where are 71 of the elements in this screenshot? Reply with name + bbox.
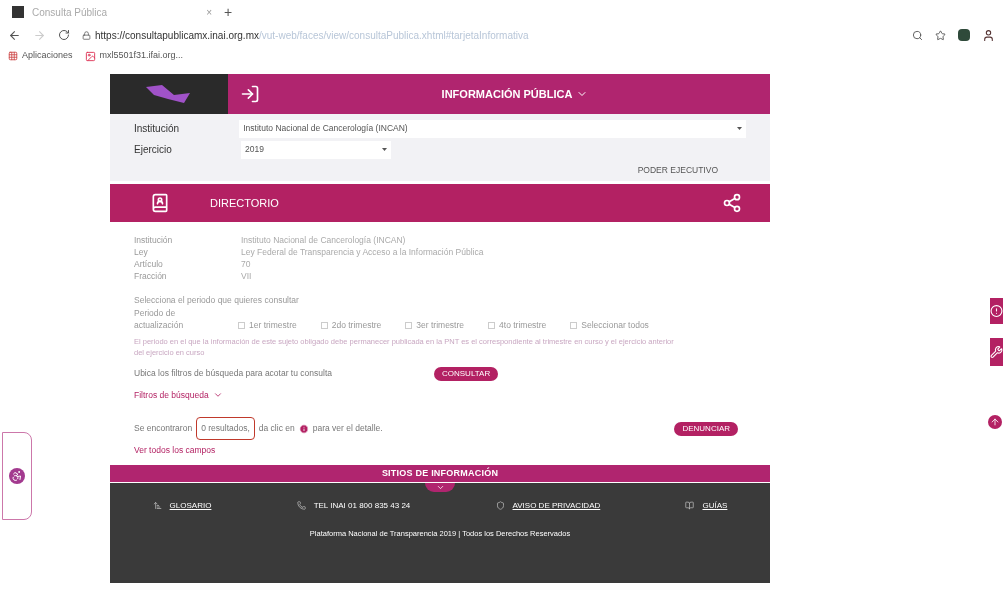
detail-value: Ley Federal de Transparencia y Acceso a la Información Pública [241,245,484,258]
period-prompt: Selecciona el periodo que quieres consultar [134,293,300,307]
form-label: Ejercicio [134,143,173,157]
branch-label: PODER EJECUTIVO [637,164,718,177]
alert-icon[interactable] [990,298,1003,324]
scroll-top-icon[interactable] [988,415,1002,429]
detail-label: Ley [134,245,149,258]
filters-toggle[interactable]: Filtros de búsqueda [134,388,223,402]
info-menu-button[interactable]: INFORMACIÓN PÚBLICA [441,85,589,103]
bookmark-favicon-icon [84,50,96,62]
search-icon[interactable] [912,29,923,41]
reload-icon[interactable] [58,29,70,41]
wrench-icon[interactable] [990,338,1003,366]
new-tab-button[interactable]: + [224,1,233,23]
footer-title: SITIOS DE INFORMACIÓN [381,466,499,480]
checkbox[interactable] [488,322,496,330]
filter-hint: Ubica los filtros de búsqueda para acotar tu consulta [134,367,333,380]
results-text: Se encontraron [134,422,193,435]
period-option: 4to trimestre [499,319,547,332]
accessibility-icon [9,468,25,484]
login-icon[interactable] [240,84,260,104]
star-icon[interactable] [935,29,946,41]
lock-icon [82,30,91,40]
report-button[interactable]: DENUNCIAR [674,421,738,436]
results-text: da clic en [258,422,295,435]
detail-value: 70 [241,257,251,270]
period-option: 2do trimestre [331,319,382,332]
profile-icon[interactable] [982,28,995,42]
results-text: para ver el detalle. [312,422,383,435]
extension-icon[interactable] [958,29,970,41]
select-field[interactable]: Instituto Nacional de Cancerología (INCAN) [239,119,746,138]
detail-value: Instituto Nacional de Cancerología (INCAN) [241,233,406,246]
info-icon [298,423,309,434]
footer-link[interactable]: GLOSARIO [169,499,212,512]
footer-toggle[interactable] [425,482,455,492]
footer-link-icon [495,501,505,511]
footer-link[interactable]: GUÍAS [702,499,728,512]
detail-label: Institución [134,233,174,246]
footer-link-icon [685,501,695,511]
checkbox[interactable] [405,322,413,330]
apps-icon [8,51,18,61]
select-field[interactable]: 2019 [241,140,391,159]
bookmark-link[interactable]: Aplicaciones [22,49,73,63]
footer-link[interactable]: TEL INAI 01 800 835 43 24 [313,499,411,512]
results-count: 0 resultados, [196,417,255,440]
back-icon[interactable] [8,28,21,42]
checkbox[interactable] [320,322,328,330]
caret-icon [737,127,742,130]
form-label: Institución [134,122,181,136]
detail-value: VII [241,269,252,282]
section-title: DIRECTORIO [210,195,280,211]
footer-link-icon [296,501,306,511]
accessibility-widget[interactable] [2,432,32,520]
view-all-link[interactable]: Ver todos los campos [134,444,746,457]
detail-label: Artículo [134,257,164,270]
url-field[interactable]: https://consultapublicamx.inai.org.mx/vut-web/faces/view/consultaPublica.xhtml#tarjetaInformativa [95,27,529,43]
footer-link[interactable]: AVISO DE PRIVACIDAD [512,499,601,512]
period-option: 3er trimestre [416,319,465,332]
period-option: 1er trimestre [249,319,297,332]
directory-icon [150,192,170,213]
checkbox[interactable] [570,322,578,330]
detail-label: Fracción [134,269,168,282]
consult-button[interactable]: CONSULTAR [434,366,499,381]
footer-link-icon [152,501,162,511]
period-option: Seleccionar todos [581,319,649,332]
share-icon[interactable] [722,192,742,213]
checkbox[interactable] [238,322,245,330]
favicon-icon [12,6,24,18]
period-label: Periodo de actualización [134,306,185,332]
caret-icon [382,148,387,151]
bookmark-link[interactable]: mxl5501f31.ifai.org... [99,49,184,63]
